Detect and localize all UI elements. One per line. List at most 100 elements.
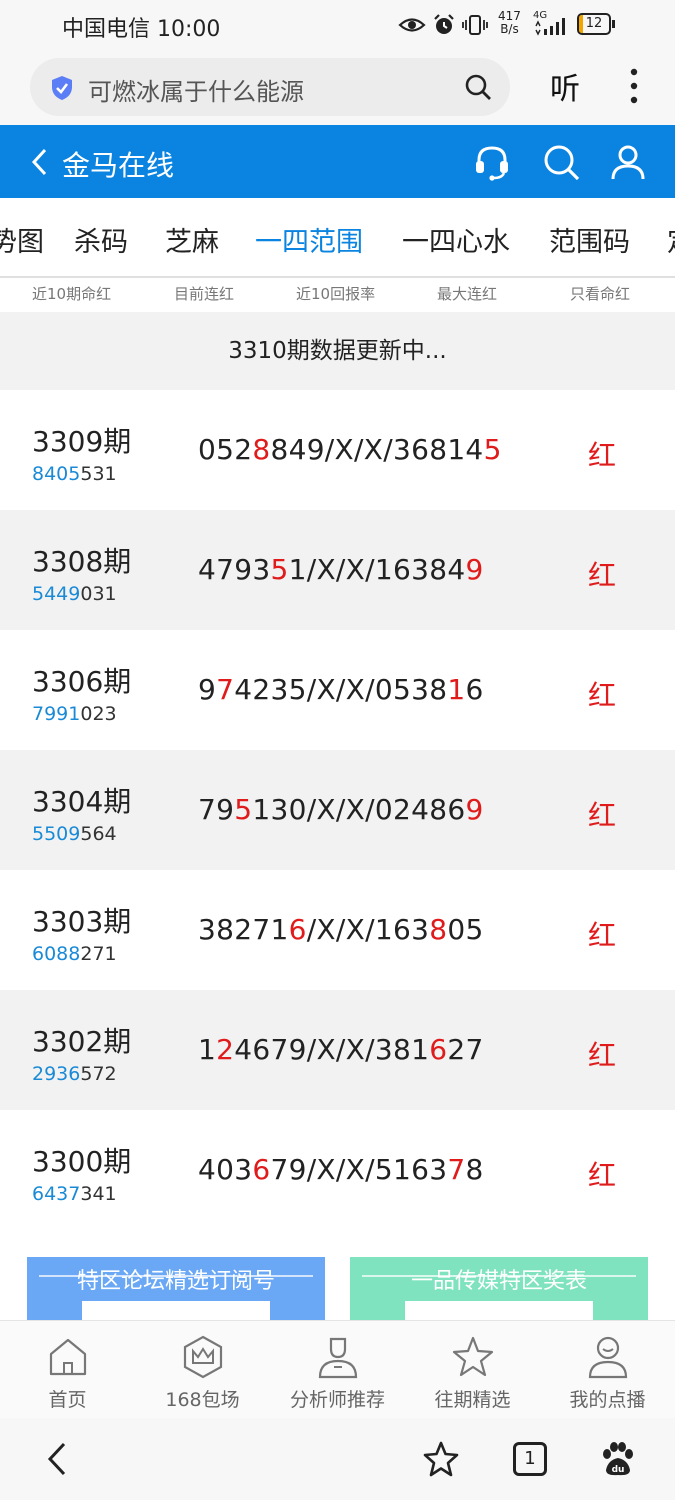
battery-percent: 12 bbox=[585, 16, 603, 31]
promo-qr-area bbox=[82, 1301, 270, 1321]
user-icon[interactable] bbox=[608, 142, 648, 182]
battery-tip bbox=[612, 20, 615, 28]
category-tabs: 势图 杀码 芝麻 一四范围 一四心水 范围码 定 bbox=[0, 198, 675, 278]
result-row[interactable]: 3303期 6088271 382716/X/X/163805 红 bbox=[0, 870, 675, 990]
result-badge: 红 bbox=[588, 1159, 617, 1192]
home-icon bbox=[49, 1338, 87, 1376]
eye-icon bbox=[398, 18, 426, 32]
tab-switcher-button[interactable]: 1 bbox=[513, 1442, 547, 1476]
draw-code-highlight: 6088 bbox=[32, 943, 81, 965]
nav-168[interactable]: 168包场 bbox=[135, 1321, 270, 1419]
prediction-numbers: 795130/X/X/024869 bbox=[198, 793, 484, 826]
draw-code-rest: 341 bbox=[80, 1183, 117, 1205]
prediction-segment: 05 bbox=[447, 913, 484, 946]
net-speed-unit: B/s bbox=[500, 22, 519, 36]
back-arrow-icon[interactable] bbox=[30, 147, 50, 177]
draw-code-rest: 564 bbox=[80, 823, 117, 845]
hit-digit: 8 bbox=[429, 913, 448, 946]
tab-range-1-4[interactable]: 一四范围 bbox=[255, 220, 363, 259]
draw-code: 8405531 bbox=[32, 463, 117, 485]
prediction-segment: 1/X/X/16384 bbox=[288, 553, 466, 586]
prediction-numbers: 403679/X/X/516378 bbox=[198, 1153, 484, 1186]
draw-code-highlight: 7991 bbox=[32, 703, 81, 725]
prediction-numbers: 974235/X/X/053816 bbox=[198, 673, 484, 706]
favorites-star-icon[interactable] bbox=[422, 1440, 460, 1478]
baidu-paw-icon[interactable]: du bbox=[598, 1440, 636, 1478]
browser-back-icon[interactable] bbox=[40, 1440, 78, 1478]
svg-text:du: du bbox=[612, 1465, 625, 1475]
draw-code-highlight: 6437 bbox=[32, 1183, 81, 1205]
hit-digit: 8 bbox=[252, 433, 271, 466]
tab-trend[interactable]: 势图 bbox=[0, 220, 44, 259]
result-row[interactable]: 3304期 5509564 795130/X/X/024869 红 bbox=[0, 750, 675, 870]
listen-button[interactable]: 听 bbox=[550, 64, 580, 108]
stat-return-rate: 近10回报率 bbox=[296, 285, 376, 303]
stat-current-streak: 目前连红 bbox=[174, 285, 235, 303]
browser-search-text: 可燃冰属于什么能源 bbox=[88, 78, 304, 106]
period-label: 3308期 bbox=[32, 545, 132, 578]
search-icon[interactable] bbox=[464, 73, 492, 101]
hit-digit: 7 bbox=[216, 673, 235, 706]
tab-sesame[interactable]: 芝麻 bbox=[165, 220, 219, 259]
result-badge: 红 bbox=[588, 679, 617, 712]
hit-digit: 9 bbox=[465, 553, 484, 586]
nav-label: 往期精选 bbox=[434, 1389, 511, 1411]
filter-hits-only[interactable]: 只看命红 bbox=[570, 283, 630, 304]
browser-search-box[interactable]: 可燃冰属于什么能源 bbox=[30, 58, 510, 116]
prediction-segment: 4235/X/X/0538 bbox=[234, 673, 448, 706]
draw-code: 2936572 bbox=[32, 1063, 117, 1085]
draw-code-highlight: 5509 bbox=[32, 823, 81, 845]
promo-qr-area bbox=[405, 1301, 593, 1321]
headset-icon[interactable] bbox=[472, 142, 512, 182]
shield-icon bbox=[52, 76, 72, 100]
draw-code-highlight: 5449 bbox=[32, 583, 81, 605]
app-header: 金马在线 bbox=[0, 125, 675, 198]
prediction-segment: 1 bbox=[198, 1033, 217, 1066]
prediction-numbers: 0528849/X/X/368145 bbox=[198, 433, 502, 466]
result-row[interactable]: 3300期 6437341 403679/X/X/516378 红 bbox=[0, 1110, 675, 1230]
tab-range-code[interactable]: 范围码 bbox=[549, 220, 630, 259]
nav-label: 首页 bbox=[48, 1389, 87, 1411]
result-row[interactable]: 3309期 8405531 0528849/X/X/368145 红 bbox=[0, 390, 675, 510]
hit-digit: 5 bbox=[234, 793, 253, 826]
stats-header: 近10期命红 目前连红 近10回报率 最大连红 只看命红 bbox=[0, 280, 675, 310]
draw-code-highlight: 2936 bbox=[32, 1063, 81, 1085]
result-row[interactable]: 3308期 5449031 479351/X/X/163849 红 bbox=[0, 510, 675, 630]
tab-heart-1-4[interactable]: 一四心水 bbox=[402, 220, 510, 259]
more-menu-icon[interactable] bbox=[624, 66, 644, 106]
prediction-segment: 27 bbox=[447, 1033, 484, 1066]
prediction-segment: 79 bbox=[198, 793, 235, 826]
signal-icon bbox=[535, 18, 565, 36]
tab-more[interactable]: 定 bbox=[667, 220, 675, 259]
updating-banner: 3310期数据更新中... bbox=[0, 312, 675, 390]
prediction-numbers: 479351/X/X/163849 bbox=[198, 553, 484, 586]
page-title: 金马在线 bbox=[62, 149, 175, 182]
draw-code-rest: 572 bbox=[80, 1063, 117, 1085]
crown-icon bbox=[183, 1335, 223, 1379]
star-icon bbox=[452, 1336, 494, 1377]
result-row[interactable]: 3302期 2936572 124679/X/X/381627 红 bbox=[0, 990, 675, 1110]
prediction-segment: /X/X/163 bbox=[306, 913, 430, 946]
result-badge: 红 bbox=[588, 1039, 617, 1072]
prediction-segment: 4679/X/X/381 bbox=[234, 1033, 430, 1066]
draw-code-rest: 031 bbox=[80, 583, 117, 605]
result-row[interactable]: 3306期 7991023 974235/X/X/053816 红 bbox=[0, 630, 675, 750]
period-label: 3306期 bbox=[32, 665, 132, 698]
promo-title: 特区论坛精选订阅号 bbox=[76, 1269, 275, 1294]
prediction-segment: 849/X/X/36814 bbox=[270, 433, 484, 466]
prediction-segment: 4793 bbox=[198, 553, 271, 586]
nav-past-picks[interactable]: 往期精选 bbox=[405, 1321, 540, 1419]
promo-banner-forum[interactable]: 特区论坛精选订阅号 bbox=[27, 1257, 325, 1321]
header-search-icon[interactable] bbox=[541, 142, 581, 182]
nav-my-picks[interactable]: 我的点播 bbox=[540, 1321, 675, 1419]
draw-code-rest: 531 bbox=[80, 463, 117, 485]
draw-code-rest: 023 bbox=[80, 703, 117, 725]
result-badge: 红 bbox=[588, 919, 617, 952]
promo-banner-media[interactable]: 一品传媒特区奖表 bbox=[350, 1257, 648, 1321]
nav-analyst[interactable]: 分析师推荐 bbox=[270, 1321, 405, 1419]
nav-home[interactable]: 首页 bbox=[0, 1321, 135, 1419]
tab-kill-code[interactable]: 杀码 bbox=[74, 220, 128, 259]
prediction-segment: 38271 bbox=[198, 913, 289, 946]
prediction-segment: 6 bbox=[465, 673, 484, 706]
draw-code: 7991023 bbox=[32, 703, 117, 725]
